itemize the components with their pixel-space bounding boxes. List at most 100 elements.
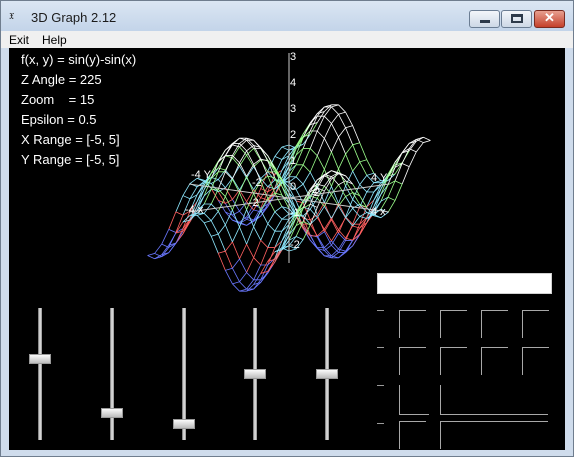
mesh-line <box>359 175 368 185</box>
mesh-line <box>309 148 318 157</box>
mesh-line <box>295 164 304 177</box>
grid-cell[interactable] <box>399 385 429 415</box>
slider-thumb[interactable] <box>29 354 51 364</box>
mesh-line <box>232 241 240 260</box>
slider-4[interactable] <box>244 308 266 440</box>
mesh-line <box>345 225 353 239</box>
mesh-line <box>387 196 396 201</box>
mesh-line <box>281 144 290 148</box>
mesh-line <box>324 217 332 230</box>
z-tick-label: -1 <box>290 207 300 219</box>
mesh-line <box>352 234 361 247</box>
y-tick-label: 2 <box>314 187 320 199</box>
z-tick-label: -2 <box>290 239 300 251</box>
grid-cell[interactable] <box>440 310 467 338</box>
menu-exit[interactable]: Exit <box>9 33 29 47</box>
close-button[interactable]: ✕ <box>534 10 565 28</box>
mesh-line <box>387 200 396 213</box>
slider-thumb[interactable] <box>101 408 123 418</box>
mesh-line <box>246 226 255 245</box>
mesh-line <box>352 184 361 200</box>
graph-canvas[interactable]: 3 4 3 2 1 0 -1 -2 -4 x -2 2 4 x -4 Y -2 2 4 Y f(x, y) =… <box>9 48 565 450</box>
mesh-line <box>274 206 283 213</box>
mesh-line <box>224 270 233 285</box>
slider-thumb[interactable] <box>173 419 195 429</box>
menu-bar: Exit Help <box>1 31 573 48</box>
mesh-line <box>239 226 247 245</box>
mesh-line <box>309 223 318 237</box>
mesh-line <box>423 136 431 141</box>
mesh-line <box>331 106 339 115</box>
grid-tick <box>377 385 384 386</box>
mesh-line <box>295 183 304 190</box>
grid-cell[interactable] <box>522 310 549 338</box>
mesh-line <box>338 237 346 250</box>
grid-cell[interactable] <box>522 347 549 375</box>
z-tick-label: 3 <box>290 51 296 63</box>
expression-input[interactable] <box>377 273 552 294</box>
close-icon: ✕ <box>544 10 555 25</box>
mesh-line <box>239 281 247 290</box>
mesh-line <box>253 240 262 258</box>
mesh-line <box>267 179 276 188</box>
mesh-line <box>239 143 247 152</box>
slider-thumb[interactable] <box>316 369 338 379</box>
grid-cell[interactable] <box>399 347 426 375</box>
slider-2[interactable] <box>101 308 123 440</box>
mesh-line <box>203 222 212 237</box>
function-label: f(x, y) = sin(y)-sin(x) <box>21 52 137 67</box>
mesh-line <box>331 244 339 253</box>
mesh-line <box>338 205 346 218</box>
mesh-line <box>232 137 240 144</box>
minimize-button[interactable] <box>469 10 500 28</box>
grid-tick <box>377 310 384 311</box>
mesh-line <box>267 223 276 232</box>
mesh-line <box>316 155 325 170</box>
mesh-line <box>210 211 219 221</box>
mesh-line <box>232 268 240 282</box>
slider-thumb[interactable] <box>244 369 266 379</box>
grid-cell[interactable] <box>481 310 508 338</box>
grid-cell[interactable] <box>399 421 426 449</box>
mesh-line <box>295 148 304 165</box>
mesh-line <box>260 223 269 241</box>
menu-help[interactable]: Help <box>42 33 67 47</box>
mesh-line <box>316 116 325 132</box>
mesh-line <box>204 220 212 224</box>
grid-cell[interactable] <box>440 347 467 375</box>
mesh-line <box>224 155 233 172</box>
slider-5[interactable] <box>316 308 338 440</box>
mesh-line <box>232 281 240 285</box>
mesh-line <box>217 196 226 212</box>
mesh-line <box>232 178 240 191</box>
mesh-line <box>210 189 219 205</box>
mesh-line <box>324 115 332 124</box>
slider-1[interactable] <box>29 308 51 440</box>
mesh-line <box>352 161 361 172</box>
grid-cell-wide[interactable] <box>440 421 548 449</box>
mesh-line <box>295 176 304 185</box>
mesh-line <box>302 130 311 149</box>
mesh-line <box>323 123 332 139</box>
grid-cell[interactable] <box>481 347 508 375</box>
mesh-line <box>239 165 247 179</box>
mesh-line <box>324 206 332 219</box>
mesh-line <box>175 195 184 213</box>
grid-cell-wide[interactable] <box>440 385 548 415</box>
mesh-line <box>345 217 353 227</box>
maximize-button[interactable] <box>501 10 532 28</box>
mesh-line <box>345 208 353 219</box>
y-tick-label: -4 Y <box>191 169 212 181</box>
mesh-line <box>253 226 262 241</box>
mesh-line <box>281 213 290 220</box>
mesh-line <box>168 211 177 230</box>
slider-3[interactable] <box>173 308 195 440</box>
mesh-line <box>394 183 403 201</box>
mesh-line <box>345 127 354 145</box>
mesh-line <box>338 136 346 155</box>
grid-cell[interactable] <box>399 310 426 338</box>
mesh-line <box>274 211 283 220</box>
y-range-label: Y Range = [-5, 5] <box>21 152 120 167</box>
title-bar[interactable]: 𝔵 3D Graph 2.12 ✕ <box>1 1 573 31</box>
mesh-line <box>239 272 247 282</box>
